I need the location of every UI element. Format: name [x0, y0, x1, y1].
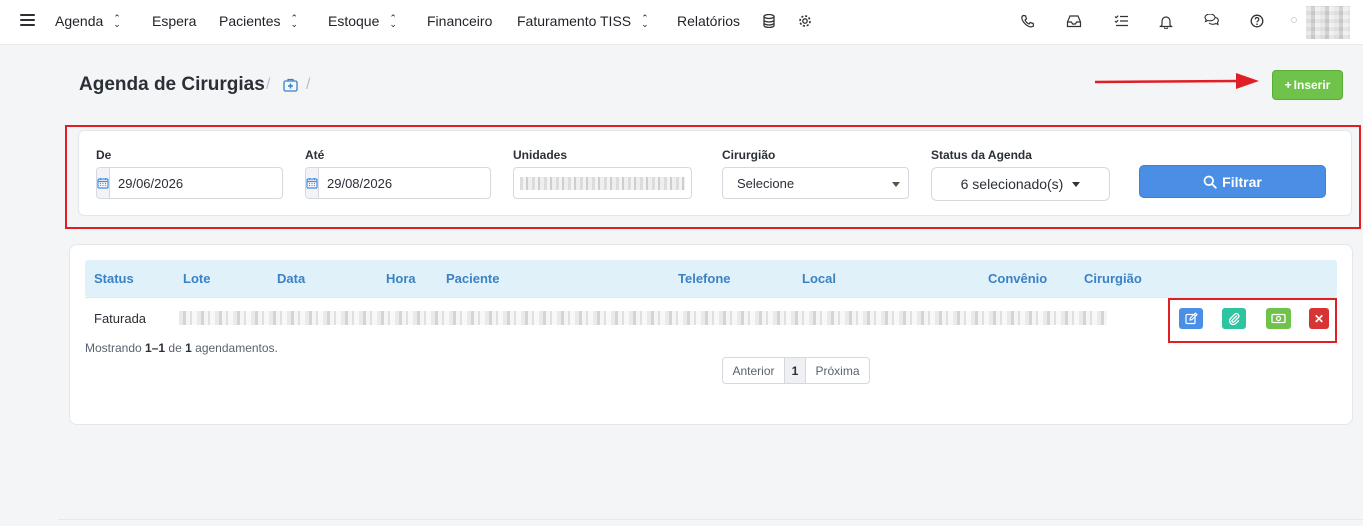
nav-faturamento-label: Faturamento TISS [517, 13, 632, 29]
summary-range: 1–1 [145, 341, 166, 355]
summary-of: de [168, 341, 182, 355]
cirurgiao-label: Cirurgião [722, 148, 776, 162]
unidades-label: Unidades [513, 148, 568, 162]
pagination: Anterior 1 Próxima [722, 357, 870, 384]
annotation-arrow [1094, 73, 1259, 89]
paperclip-icon [1228, 312, 1240, 325]
nav-estoque-label: Estoque [328, 13, 380, 29]
bell-icon[interactable] [1158, 13, 1174, 29]
col-hora[interactable]: Hora [386, 271, 416, 286]
col-cirurgiao[interactable]: Cirurgião [1084, 271, 1142, 286]
edit-button[interactable] [1179, 308, 1203, 329]
pagination-page-1[interactable]: 1 [785, 358, 806, 383]
unidades-field[interactable] [513, 167, 692, 199]
status-dot [1291, 17, 1297, 23]
help-icon[interactable] [1249, 13, 1265, 29]
inbox-icon[interactable] [1066, 13, 1082, 29]
col-status[interactable]: Status [94, 271, 134, 286]
money-icon [1271, 313, 1286, 324]
phone-icon[interactable] [1019, 13, 1035, 29]
status-agenda-label: Status da Agenda [931, 148, 1032, 162]
nav-relatorios[interactable]: Relatórios [677, 13, 740, 29]
filter-button[interactable]: Filtrar [1139, 165, 1326, 198]
insert-button-label: Inserir [1293, 78, 1331, 92]
summary-prefix: Mostrando [85, 341, 142, 355]
col-lote[interactable]: Lote [183, 271, 210, 286]
billing-button[interactable] [1266, 308, 1291, 329]
attach-button[interactable] [1222, 308, 1246, 329]
nav-pacientes-label: Pacientes [219, 13, 281, 29]
medical-briefcase-icon[interactable] [283, 78, 298, 92]
nav-agenda-label: Agenda [55, 13, 104, 29]
breadcrumb-separator: / [266, 76, 271, 93]
col-convenio[interactable]: Convênio [988, 271, 1047, 286]
col-local[interactable]: Local [802, 271, 836, 286]
de-label: De [96, 148, 112, 162]
redacted-row-data [179, 311, 1107, 325]
close-icon: ✕ [1313, 311, 1325, 326]
de-date-input[interactable] [110, 168, 282, 198]
nav-espera[interactable]: Espera [152, 13, 196, 29]
chevron-updown-icon: ⌃ ⌄ [113, 13, 121, 29]
de-date-field[interactable] [96, 167, 283, 199]
table-row-status: Faturada [94, 311, 147, 326]
chat-icon[interactable] [1203, 13, 1219, 29]
nav-financeiro-label: Financeiro [427, 13, 493, 29]
page-title: Agenda de Cirurgias [79, 74, 265, 95]
database-icon[interactable] [761, 13, 777, 29]
nav-relatorios-label: Relatórios [677, 13, 741, 29]
nav-faturamento-tiss[interactable]: Faturamento TISS ⌃ ⌄ [517, 13, 649, 29]
delete-button[interactable]: ✕ [1309, 308, 1329, 329]
chevron-updown-icon: ⌃ ⌄ [290, 13, 299, 29]
pagination-previous[interactable]: Anterior [723, 358, 785, 383]
nav-espera-label: Espera [152, 13, 197, 29]
col-telefone[interactable]: Telefone [678, 271, 731, 286]
ate-label: Até [305, 148, 325, 162]
edit-icon [1184, 312, 1198, 325]
cirurgiao-select[interactable]: Selecione [722, 167, 909, 199]
plus-icon: + [1284, 78, 1292, 92]
nav-pacientes[interactable]: Pacientes ⌃ ⌄ [219, 13, 298, 29]
calendar-icon[interactable] [97, 168, 110, 198]
cirurgiao-select-value: Selecione [737, 175, 795, 191]
top-navbar: Agenda ⌃ ⌄ Espera Pacientes ⌃ ⌄ Estoque ⌃ ⌄… [0, 0, 1363, 45]
ate-date-field[interactable] [305, 167, 491, 199]
nav-agenda[interactable]: Agenda ⌃ ⌄ [55, 13, 121, 29]
status-agenda-multiselect[interactable]: 6 selecionado(s) [931, 167, 1110, 201]
nav-financeiro[interactable]: Financeiro [427, 13, 492, 29]
row-divider [85, 297, 1337, 298]
summary-suffix: agendamentos. [195, 341, 278, 355]
col-data[interactable]: Data [277, 271, 305, 286]
summary-total: 1 [185, 341, 192, 355]
status-agenda-value: 6 selecionado(s) [960, 176, 1064, 192]
redacted-value [520, 177, 685, 190]
avatar[interactable] [1306, 6, 1350, 39]
nav-estoque[interactable]: Estoque ⌃ ⌄ [328, 13, 397, 29]
col-paciente[interactable]: Paciente [446, 271, 499, 286]
checklist-icon[interactable] [1113, 13, 1129, 29]
results-summary: Mostrando 1–1 de 1 agendamentos. [85, 341, 278, 355]
menu-icon[interactable] [20, 14, 35, 26]
ate-date-input[interactable] [319, 168, 490, 198]
caret-down-icon [892, 182, 900, 187]
chevron-updown-icon: ⌃ ⌄ [641, 13, 649, 29]
breadcrumb-separator: / [306, 76, 311, 93]
pagination-next[interactable]: Próxima [806, 358, 869, 383]
insert-button[interactable]: + Inserir [1272, 70, 1343, 100]
filter-button-label: Filtrar [1222, 173, 1262, 190]
chevron-updown-icon: ⌃ ⌄ [389, 13, 397, 29]
caret-down-icon [1072, 181, 1081, 187]
calendar-icon[interactable] [306, 168, 319, 198]
footer-divider [58, 519, 1363, 520]
gear-icon[interactable] [797, 13, 813, 29]
search-icon [1203, 175, 1217, 189]
